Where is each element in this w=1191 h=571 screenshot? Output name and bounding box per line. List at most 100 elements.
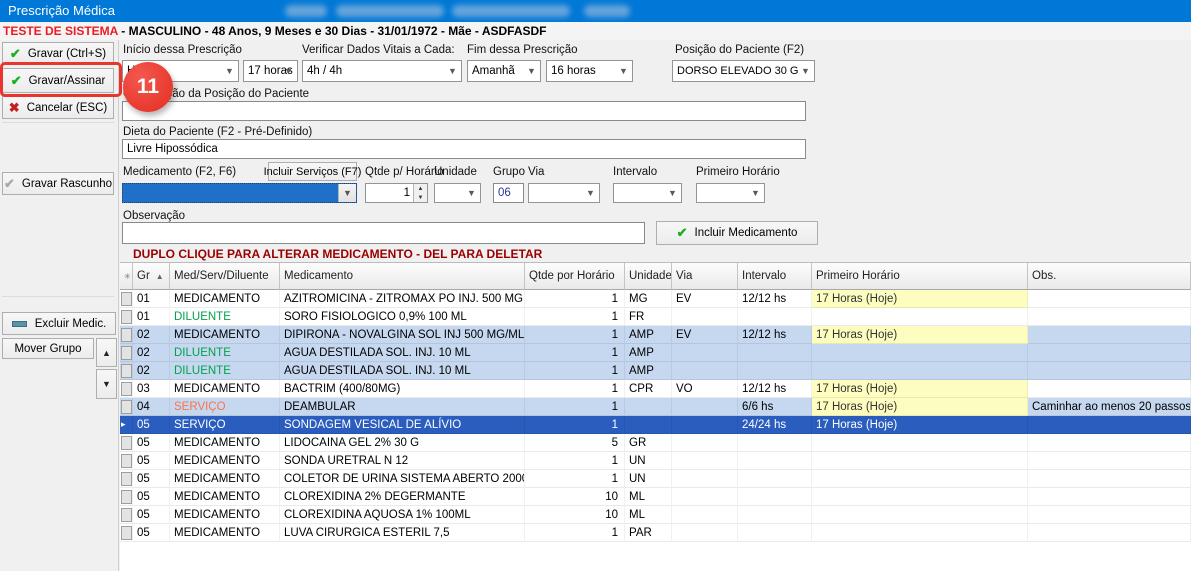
table-row[interactable]: 01MEDICAMENTOAZITROMICINA - ZITROMAX PO … (120, 290, 1191, 308)
selected-row-arrow-icon: ▸ (121, 419, 126, 430)
row-indicator-cell[interactable] (120, 380, 133, 398)
via-select[interactable]: ▼ (528, 183, 600, 203)
vitais-select[interactable]: 4h / 4h▼ (302, 60, 462, 82)
cell-via (672, 470, 738, 488)
dieta-input[interactable] (122, 139, 806, 159)
row-indicator-cell[interactable] (120, 344, 133, 362)
cell-gr: 02 (133, 344, 170, 362)
row-indicator-cell[interactable] (120, 470, 133, 488)
grupo-input[interactable] (493, 183, 524, 203)
grid-column-header[interactable]: Unidade (625, 263, 672, 290)
cell-unidade: CPR (625, 380, 672, 398)
delete-medication-label: Excluir Medic. (35, 318, 107, 330)
incluir-medicamento-button[interactable]: ✔ Incluir Medicamento (656, 221, 818, 245)
row-indicator-cell[interactable] (120, 434, 133, 452)
primeiro-horario-label: Primeiro Horário (696, 166, 780, 178)
row-indicator-cell[interactable] (120, 290, 133, 308)
patient-info-bar: TESTE DE SISTEMA - MASCULINO - 48 Anos, … (0, 22, 1191, 40)
row-indicator-cell[interactable] (120, 362, 133, 380)
grid-column-header[interactable]: Gr▲ (133, 263, 170, 290)
obs-posicao-input[interactable] (122, 101, 806, 121)
chevron-down-icon: ▼ (666, 184, 679, 202)
grid-column-header[interactable]: Via (672, 263, 738, 290)
inicio-time-select[interactable]: 17 horas▼ (243, 60, 298, 82)
incluir-servicos-button[interactable]: Incluir Serviços (F7) (268, 162, 357, 181)
cell-primeiro-horario: 17 Horas (Hoje) (812, 326, 1028, 344)
cell-qtde: 1 (525, 380, 625, 398)
cell-via (672, 488, 738, 506)
move-group-button[interactable]: Mover Grupo (2, 338, 94, 359)
cell-primeiro-horario (812, 488, 1028, 506)
table-row[interactable]: 02DILUENTEAGUA DESTILADA SOL. INJ. 10 ML… (120, 344, 1191, 362)
grid-column-header[interactable]: Qtde por Horário (525, 263, 625, 290)
grid-column-header[interactable]: Intervalo (738, 263, 812, 290)
row-indicator-cell[interactable]: ▸ (120, 416, 133, 434)
spinner-down-icon[interactable]: ▼ (413, 193, 427, 202)
table-row[interactable]: 04SERVIÇODEAMBULAR16/6 hs17 Horas (Hoje)… (120, 398, 1191, 416)
cell-qtde: 1 (525, 452, 625, 470)
cell-medicamento: AGUA DESTILADA SOL. INJ. 10 ML (280, 362, 525, 380)
save-draft-button[interactable]: ✔ Gravar Rascunho (2, 172, 114, 195)
fim-day-select[interactable]: Amanhã▼ (467, 60, 541, 82)
cell-intervalo: 6/6 hs (738, 398, 812, 416)
cell-gr: 02 (133, 362, 170, 380)
table-row[interactable]: 05MEDICAMENTOLIDOCAINA GEL 2% 30 G5GR (120, 434, 1191, 452)
intervalo-select[interactable]: ▼ (613, 183, 682, 203)
table-row[interactable]: 05MEDICAMENTOCLOREXIDINA AQUOSA 1% 100ML… (120, 506, 1191, 524)
sidebar: ✔ Gravar (Ctrl+S) ✔ Gravar/Assinar ✖ Can… (0, 40, 119, 571)
row-indicator-cell[interactable] (120, 488, 133, 506)
grid-column-header[interactable]: Med/Serv/Diluente (170, 263, 280, 290)
unidade-select[interactable]: ▼ (434, 183, 481, 203)
via-label: Via (528, 166, 544, 178)
cell-unidade: MG (625, 290, 672, 308)
cell-unidade: AMP (625, 326, 672, 344)
cell-unidade: ML (625, 488, 672, 506)
cell-primeiro-horario (812, 344, 1028, 362)
table-row[interactable]: 05MEDICAMENTOCOLETOR DE URINA SISTEMA AB… (120, 470, 1191, 488)
table-row[interactable]: 02MEDICAMENTODIPIRONA - NOVALGINA SOL IN… (120, 326, 1191, 344)
move-group-up-button[interactable]: ▲ (96, 338, 117, 367)
cell-primeiro-horario (812, 362, 1028, 380)
cell-intervalo (738, 344, 812, 362)
row-indicator-cell[interactable] (120, 398, 133, 416)
table-row[interactable]: 02DILUENTEAGUA DESTILADA SOL. INJ. 10 ML… (120, 362, 1191, 380)
cell-via (672, 344, 738, 362)
minus-icon (12, 321, 27, 327)
table-row[interactable]: 05MEDICAMENTOSONDA URETRAL N 121UN (120, 452, 1191, 470)
grid-column-header[interactable]: Primeiro Horário (812, 263, 1028, 290)
row-indicator-cell[interactable] (120, 308, 133, 326)
cell-obs (1028, 326, 1191, 344)
table-row[interactable]: 01DILUENTESORO FISIOLOGICO 0,9% 100 ML1F… (120, 308, 1191, 326)
table-row[interactable]: 05MEDICAMENTOLUVA CIRURGICA ESTERIL 7,51… (120, 524, 1191, 542)
posicao-paciente-select[interactable]: DORSO ELEVADO 30 G▼ (672, 60, 815, 82)
row-indicator-cell[interactable] (120, 524, 133, 542)
patient-details: - MASCULINO - 48 Anos, 9 Meses e 30 Dias… (118, 24, 547, 38)
table-row[interactable]: ▸05SERVIÇOSONDAGEM VESICAL DE ALÍVIO124/… (120, 416, 1191, 434)
cancel-button[interactable]: ✖ Cancelar (ESC) (2, 96, 114, 119)
row-indicator-cell[interactable] (120, 452, 133, 470)
table-row[interactable]: 03MEDICAMENTOBACTRIM (400/80MG)1CPRVO12/… (120, 380, 1191, 398)
table-row[interactable]: 05MEDICAMENTOCLOREXIDINA 2% DEGERMANTE10… (120, 488, 1191, 506)
fim-time-select[interactable]: 16 horas▼ (546, 60, 633, 82)
row-indicator-cell[interactable] (120, 326, 133, 344)
redacted-title-text (452, 5, 570, 17)
grid-column-header[interactable]: Obs. (1028, 263, 1191, 290)
spinner-up-icon[interactable]: ▲ (413, 184, 427, 193)
medicamento-select[interactable]: ▼ (122, 183, 357, 203)
cancel-button-label: Cancelar (ESC) (27, 102, 108, 114)
delete-medication-button[interactable]: Excluir Medic. (2, 312, 116, 335)
cell-intervalo: 24/24 hs (738, 416, 812, 434)
quantity-stepper[interactable]: 1 ▲ ▼ (365, 183, 428, 203)
move-group-down-button[interactable]: ▼ (96, 369, 117, 399)
row-selector-box (121, 454, 132, 468)
row-indicator-cell[interactable] (120, 506, 133, 524)
cell-medicamento: CLOREXIDINA 2% DEGERMANTE (280, 488, 525, 506)
cell-intervalo (738, 506, 812, 524)
cell-unidade: AMP (625, 362, 672, 380)
cell-obs (1028, 416, 1191, 434)
observacao-input[interactable] (122, 222, 645, 244)
cell-via (672, 506, 738, 524)
primeiro-horario-select[interactable]: ▼ (696, 183, 765, 203)
grid-column-header[interactable]: Medicamento (280, 263, 525, 290)
cell-medicamento: SONDA URETRAL N 12 (280, 452, 525, 470)
